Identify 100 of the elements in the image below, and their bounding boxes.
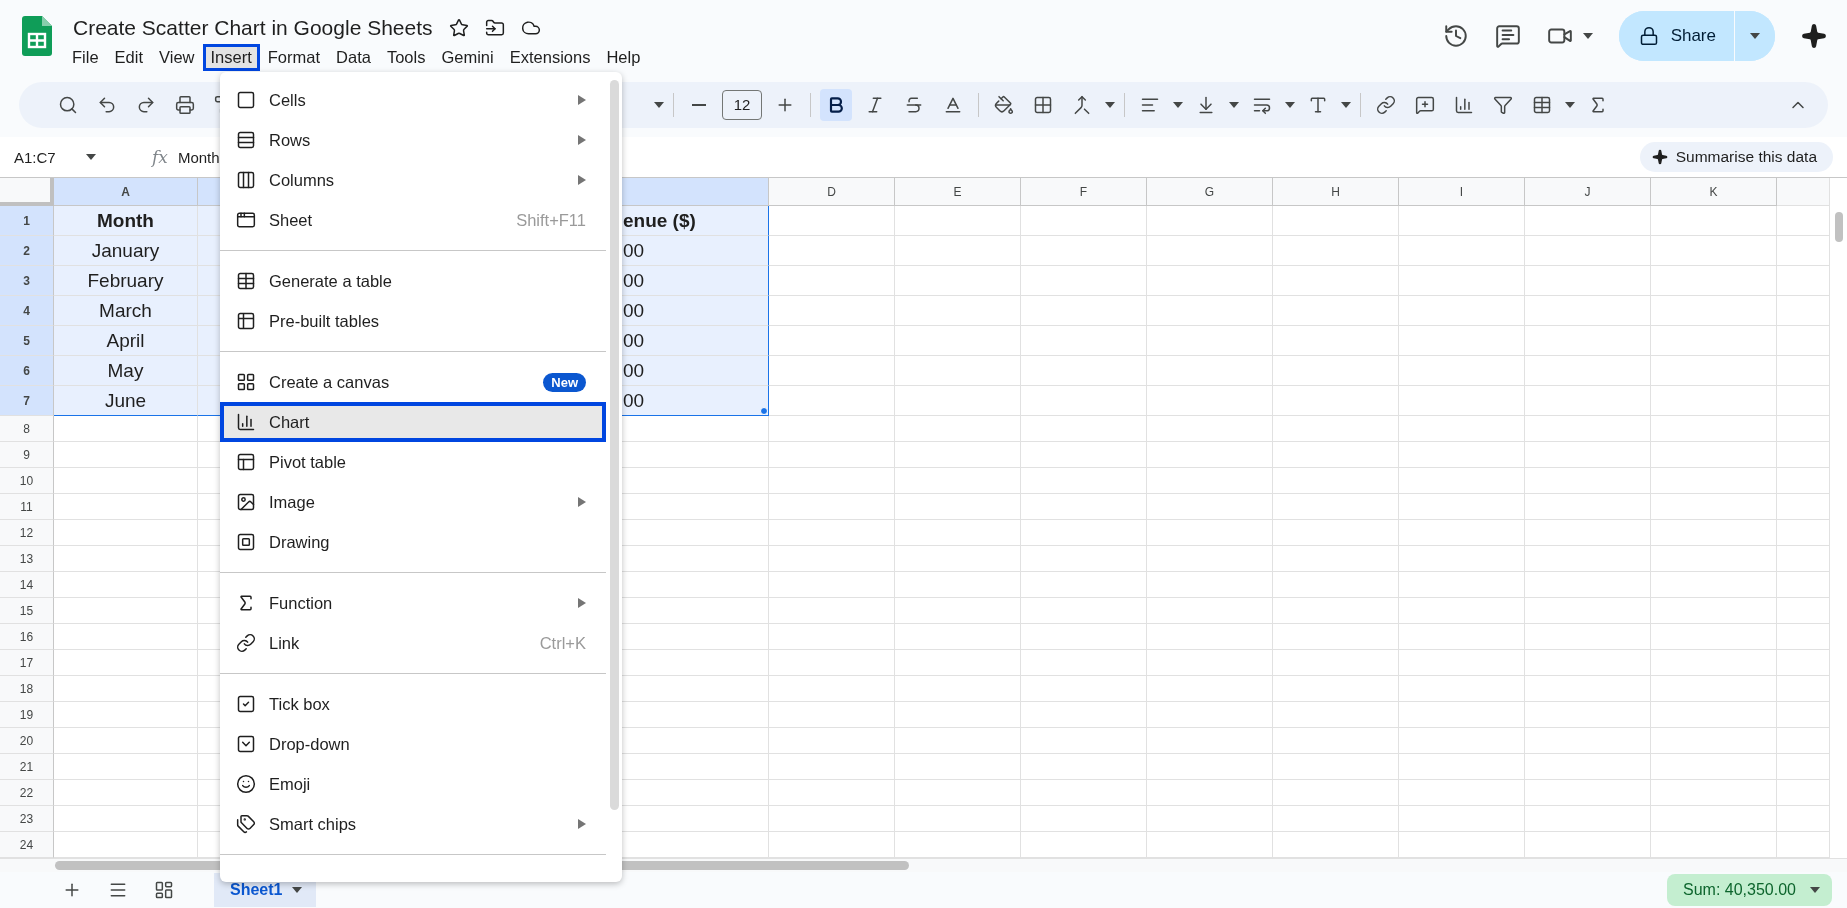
grid-cell[interactable]: [769, 806, 895, 833]
grid-cell[interactable]: [1273, 206, 1399, 237]
grid-cell[interactable]: [1399, 832, 1525, 859]
grid-cell[interactable]: [895, 832, 1021, 859]
column-header[interactable]: D: [769, 178, 895, 207]
grid-cell[interactable]: [1021, 356, 1147, 387]
grid-cell[interactable]: [895, 728, 1021, 755]
grid-cell[interactable]: [1021, 494, 1147, 521]
grid-cell[interactable]: [769, 676, 895, 703]
grid-cell[interactable]: [769, 442, 895, 469]
grid-cell[interactable]: [769, 326, 895, 357]
grid-cell[interactable]: [1147, 236, 1273, 267]
grid-cell[interactable]: June: [54, 386, 198, 417]
grid-cell[interactable]: [1399, 468, 1525, 495]
grid-cell[interactable]: Month: [54, 206, 198, 237]
grid-cell[interactable]: [1021, 702, 1147, 729]
grid-cell[interactable]: [1399, 326, 1525, 357]
row-header[interactable]: 2: [0, 236, 54, 267]
grid-cell[interactable]: [1147, 624, 1273, 651]
row-header[interactable]: 7: [0, 386, 54, 417]
grid-cell[interactable]: [1273, 676, 1399, 703]
grid-cell[interactable]: [1651, 386, 1777, 417]
row-header[interactable]: 20: [0, 728, 54, 755]
grid-cell[interactable]: [1021, 266, 1147, 297]
grid-cell[interactable]: [54, 624, 198, 651]
grid-cell[interactable]: [54, 494, 198, 521]
grid-cell[interactable]: [895, 624, 1021, 651]
grid-cell[interactable]: [1525, 624, 1651, 651]
row-header[interactable]: 13: [0, 546, 54, 573]
grid-cell[interactable]: [54, 806, 198, 833]
grid-cell[interactable]: [1525, 650, 1651, 677]
row-header[interactable]: 11: [0, 494, 54, 521]
grid-cell[interactable]: [54, 598, 198, 625]
menu-item[interactable]: Edit: [106, 44, 152, 72]
menu-item[interactable]: Gemini: [433, 44, 502, 72]
row-header[interactable]: 3: [0, 266, 54, 297]
grid-cell[interactable]: [895, 468, 1021, 495]
grid-cell[interactable]: [1399, 442, 1525, 469]
grid-cell[interactable]: [54, 702, 198, 729]
menu-item[interactable]: File: [64, 44, 107, 72]
grid-cell[interactable]: [1273, 572, 1399, 599]
grid-cell[interactable]: [895, 780, 1021, 807]
grid-cell[interactable]: [769, 754, 895, 781]
grid-cell[interactable]: [895, 754, 1021, 781]
grid-cell[interactable]: [895, 266, 1021, 297]
grid-cell[interactable]: [1525, 728, 1651, 755]
grid-cell[interactable]: [769, 728, 895, 755]
grid-cell[interactable]: [1147, 520, 1273, 547]
grid-cell[interactable]: [1651, 326, 1777, 357]
grid-cell[interactable]: [1651, 296, 1777, 327]
grid-cell[interactable]: April: [54, 326, 198, 357]
grid-cell[interactable]: [1273, 832, 1399, 859]
grid-cell[interactable]: February: [54, 266, 198, 297]
grid-cell[interactable]: [1273, 702, 1399, 729]
grid-cell[interactable]: [1651, 754, 1777, 781]
grid-cell[interactable]: [1273, 754, 1399, 781]
grid-cell[interactable]: [1021, 624, 1147, 651]
grid-cell[interactable]: [895, 416, 1021, 443]
grid-cell[interactable]: [1399, 702, 1525, 729]
menu-item[interactable]: View: [151, 44, 203, 72]
grid-cell[interactable]: [1525, 806, 1651, 833]
grid-cell[interactable]: [1651, 676, 1777, 703]
grid-cell[interactable]: [1273, 326, 1399, 357]
row-header[interactable]: 5: [0, 326, 54, 357]
grid-cell[interactable]: [1147, 206, 1273, 237]
grid-cell[interactable]: [1021, 832, 1147, 859]
grid-cell[interactable]: [1651, 650, 1777, 677]
grid-cell[interactable]: [1651, 780, 1777, 807]
grid-cell[interactable]: [895, 442, 1021, 469]
scrollbar-thumb[interactable]: [1834, 212, 1843, 243]
grid-cell[interactable]: [1525, 266, 1651, 297]
grid-cell[interactable]: [1021, 326, 1147, 357]
grid-cell[interactable]: [1147, 494, 1273, 521]
grid-cell[interactable]: May: [54, 356, 198, 387]
grid-cell[interactable]: [54, 572, 198, 599]
grid-cell[interactable]: [1273, 728, 1399, 755]
row-header[interactable]: 10: [0, 468, 54, 495]
grid-cell[interactable]: [1651, 442, 1777, 469]
grid-cell[interactable]: [1399, 650, 1525, 677]
grid-cell[interactable]: [1273, 780, 1399, 807]
menu-item[interactable]: Extensions: [501, 44, 599, 72]
grid-cell[interactable]: [895, 572, 1021, 599]
grid-cell[interactable]: [1273, 416, 1399, 443]
grid-cell[interactable]: [1021, 572, 1147, 599]
grid-cell[interactable]: [1147, 442, 1273, 469]
grid-cell[interactable]: [1399, 546, 1525, 573]
grid-cell[interactable]: [1525, 416, 1651, 443]
name-box[interactable]: A1:C7: [14, 148, 136, 166]
grid-cell[interactable]: [1651, 356, 1777, 387]
share-button[interactable]: Share: [1618, 10, 1735, 61]
grid-cell[interactable]: [1525, 206, 1651, 237]
grid-cell[interactable]: [769, 702, 895, 729]
grid-cell[interactable]: [769, 572, 895, 599]
grid-cell[interactable]: [1525, 832, 1651, 859]
grid-cell[interactable]: [1525, 676, 1651, 703]
menu-item[interactable]: Chart: [220, 402, 606, 442]
grid-cell[interactable]: [1525, 572, 1651, 599]
grid-cell[interactable]: [1147, 702, 1273, 729]
grid-cell[interactable]: [1651, 266, 1777, 297]
grid-cell[interactable]: [1273, 494, 1399, 521]
